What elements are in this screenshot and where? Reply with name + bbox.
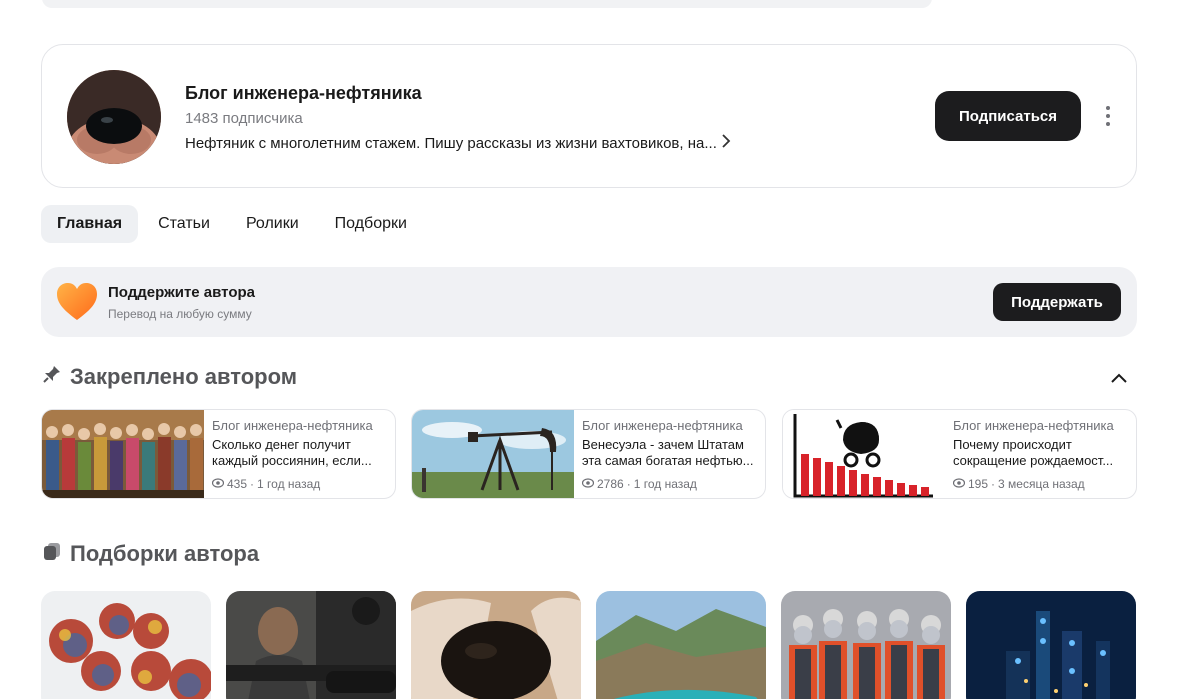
article-source: Блог инженера-нефтяника — [582, 418, 743, 433]
collection-card-refinery-night[interactable] — [966, 591, 1136, 699]
channel-title[interactable]: Блог инженера-нефтяника — [185, 83, 422, 104]
view-count: 2786 — [597, 477, 624, 491]
article-meta: 195 · 3 месяца назад — [952, 477, 1085, 491]
more-options-icon[interactable] — [1099, 103, 1117, 129]
channel-description[interactable]: Нефтяник с многолетним стажем. Пишу расс… — [185, 134, 731, 152]
collections-heading-text: Подборки автора — [70, 541, 260, 566]
pinned-heading-text: Закреплено автором — [70, 364, 298, 389]
support-title: Поддержите автора — [108, 284, 255, 301]
article-title: Почему происходит сокращение рождаемост.… — [953, 437, 1114, 468]
collection-card-crowd[interactable] — [41, 591, 211, 699]
tab-main[interactable]: Главная — [41, 205, 139, 243]
collections-section-heading: Подборки автора — [42, 541, 259, 567]
pinned-article-card[interactable]: Блог инженера-нефтяника Почему происходи… — [782, 409, 1137, 499]
pinned-article-card[interactable]: Блог инженера-нефтяника Сколько денег по… — [41, 409, 396, 499]
view-count: 195 — [968, 477, 989, 491]
article-meta: 435 · 1 год назад — [211, 477, 321, 491]
eye-icon — [581, 477, 595, 491]
pinned-article-card[interactable]: Блог инженера-нефтяника Венесуэла - заче… — [411, 409, 766, 499]
article-source: Блог инженера-нефтяника — [953, 418, 1114, 433]
chevron-right-icon — [721, 134, 731, 152]
pin-icon — [42, 364, 62, 390]
channel-tabs: Главная Статьи Ролики Подборки — [41, 205, 427, 243]
heart-icon — [55, 280, 99, 324]
channel-header-card: Блог инженера-нефтяника 1483 подписчика … — [41, 44, 1137, 188]
eye-icon — [211, 477, 225, 491]
article-age: 1 год назад — [257, 477, 321, 491]
subscribe-button[interactable]: Подписаться — [935, 91, 1081, 141]
subscriber-count: 1483 подписчика — [185, 110, 303, 127]
collection-card-mountains[interactable] — [596, 591, 766, 699]
channel-avatar[interactable] — [67, 70, 161, 164]
chevron-up-icon[interactable] — [1107, 366, 1131, 390]
support-subtitle: Перевод на любую сумму — [108, 307, 252, 321]
article-age: 1 год назад — [633, 477, 697, 491]
article-title: Венесуэла - зачем Штатам эта самая богат… — [582, 437, 754, 468]
article-thumbnail-crowd — [42, 410, 204, 498]
view-count: 435 — [227, 477, 248, 491]
article-thumbnail-birthrate-chart — [783, 410, 945, 498]
collections-stack-icon — [42, 541, 62, 567]
collection-card-worker[interactable] — [226, 591, 396, 699]
collection-card-workers-group[interactable] — [781, 591, 951, 699]
article-source: Блог инженера-нефтяника — [212, 418, 373, 433]
support-author-card: Поддержите автора Перевод на любую сумму… — [41, 267, 1137, 337]
channel-description-text: Нефтяник с многолетним стажем. Пишу расс… — [185, 134, 717, 152]
tab-videos[interactable]: Ролики — [230, 205, 315, 243]
article-age: 3 месяца назад — [998, 477, 1085, 491]
eye-icon — [952, 477, 966, 491]
tab-articles[interactable]: Статьи — [142, 205, 226, 243]
article-title: Сколько денег получит каждый россиянин, … — [212, 437, 372, 468]
tab-collections[interactable]: Подборки — [319, 205, 423, 243]
pinned-section-heading: Закреплено автором — [42, 364, 297, 390]
article-thumbnail-oil-pump — [412, 410, 574, 498]
collection-card-oily-hands[interactable] — [411, 591, 581, 699]
support-button[interactable]: Поддержать — [993, 283, 1121, 321]
article-meta: 2786 · 1 год назад — [581, 477, 697, 491]
top-search-bar-remnant — [42, 0, 932, 8]
